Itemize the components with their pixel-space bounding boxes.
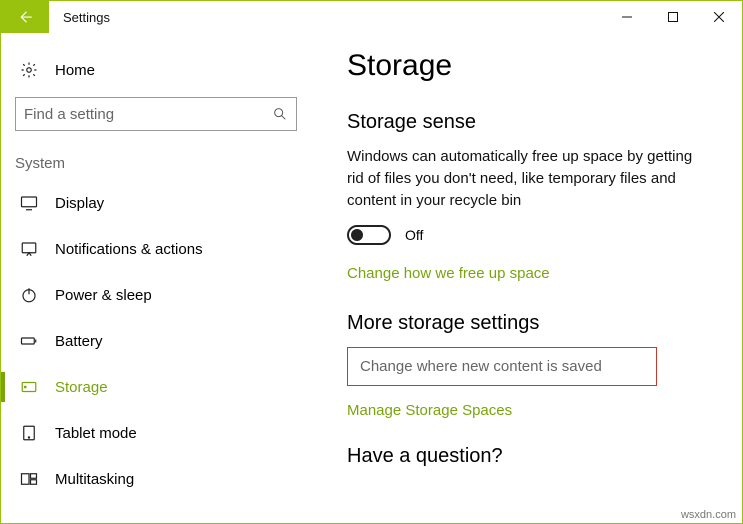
storage-sense-toggle-label: Off bbox=[405, 227, 423, 243]
minimize-button[interactable] bbox=[604, 1, 650, 33]
sidebar-item-storage[interactable]: Storage bbox=[1, 364, 311, 410]
change-content-location-link[interactable]: Change where new content is saved bbox=[347, 347, 657, 386]
sidebar-item-tablet[interactable]: Tablet mode bbox=[1, 410, 311, 456]
section-heading-storage-sense: Storage sense bbox=[347, 111, 718, 134]
sidebar-item-multitasking[interactable]: Multitasking bbox=[1, 456, 311, 502]
tablet-icon bbox=[19, 424, 39, 442]
search-input[interactable] bbox=[24, 106, 272, 123]
search-box[interactable] bbox=[15, 97, 297, 131]
gear-icon bbox=[19, 61, 39, 79]
maximize-icon bbox=[668, 12, 678, 22]
search-icon bbox=[272, 106, 288, 122]
home-label: Home bbox=[55, 62, 95, 79]
sidebar-item-notifications[interactable]: Notifications & actions bbox=[1, 226, 311, 272]
sidebar-item-label: Storage bbox=[55, 379, 108, 396]
storage-sense-toggle[interactable] bbox=[347, 225, 391, 245]
storage-icon bbox=[19, 378, 39, 396]
manage-storage-spaces-link[interactable]: Manage Storage Spaces bbox=[347, 402, 512, 419]
change-free-up-space-link[interactable]: Change how we free up space bbox=[347, 265, 550, 282]
sidebar-item-label: Display bbox=[55, 195, 104, 212]
watermark: wsxdn.com bbox=[681, 509, 736, 521]
notifications-icon bbox=[19, 240, 39, 258]
display-icon bbox=[19, 194, 39, 212]
close-button[interactable] bbox=[696, 1, 742, 33]
sidebar-item-label: Power & sleep bbox=[55, 287, 152, 304]
sidebar-item-power[interactable]: Power & sleep bbox=[1, 272, 311, 318]
back-button[interactable] bbox=[1, 1, 49, 33]
sidebar-item-label: Tablet mode bbox=[55, 425, 137, 442]
sidebar-item-battery[interactable]: Battery bbox=[1, 318, 311, 364]
maximize-button[interactable] bbox=[650, 1, 696, 33]
title-bar: Settings bbox=[1, 1, 742, 33]
sidebar: Home System Display Notifications & acti… bbox=[1, 33, 311, 523]
window-controls bbox=[604, 1, 742, 33]
close-icon bbox=[714, 12, 724, 22]
multitasking-icon bbox=[19, 470, 39, 488]
back-arrow-icon bbox=[16, 8, 34, 26]
section-heading-more-storage: More storage settings bbox=[347, 312, 718, 335]
battery-icon bbox=[19, 332, 39, 350]
content-pane: Storage Storage sense Windows can automa… bbox=[311, 33, 742, 523]
page-title: Storage bbox=[347, 49, 718, 83]
home-button[interactable]: Home bbox=[1, 51, 311, 89]
sidebar-group-label: System bbox=[1, 147, 311, 180]
section-heading-question: Have a question? bbox=[347, 445, 718, 468]
window-title: Settings bbox=[49, 1, 604, 33]
sidebar-item-display[interactable]: Display bbox=[1, 180, 311, 226]
sidebar-item-label: Multitasking bbox=[55, 471, 134, 488]
minimize-icon bbox=[622, 12, 632, 22]
storage-sense-description: Windows can automatically free up space … bbox=[347, 146, 697, 211]
sidebar-item-label: Battery bbox=[55, 333, 103, 350]
power-icon bbox=[19, 286, 39, 304]
sidebar-item-label: Notifications & actions bbox=[55, 241, 203, 258]
